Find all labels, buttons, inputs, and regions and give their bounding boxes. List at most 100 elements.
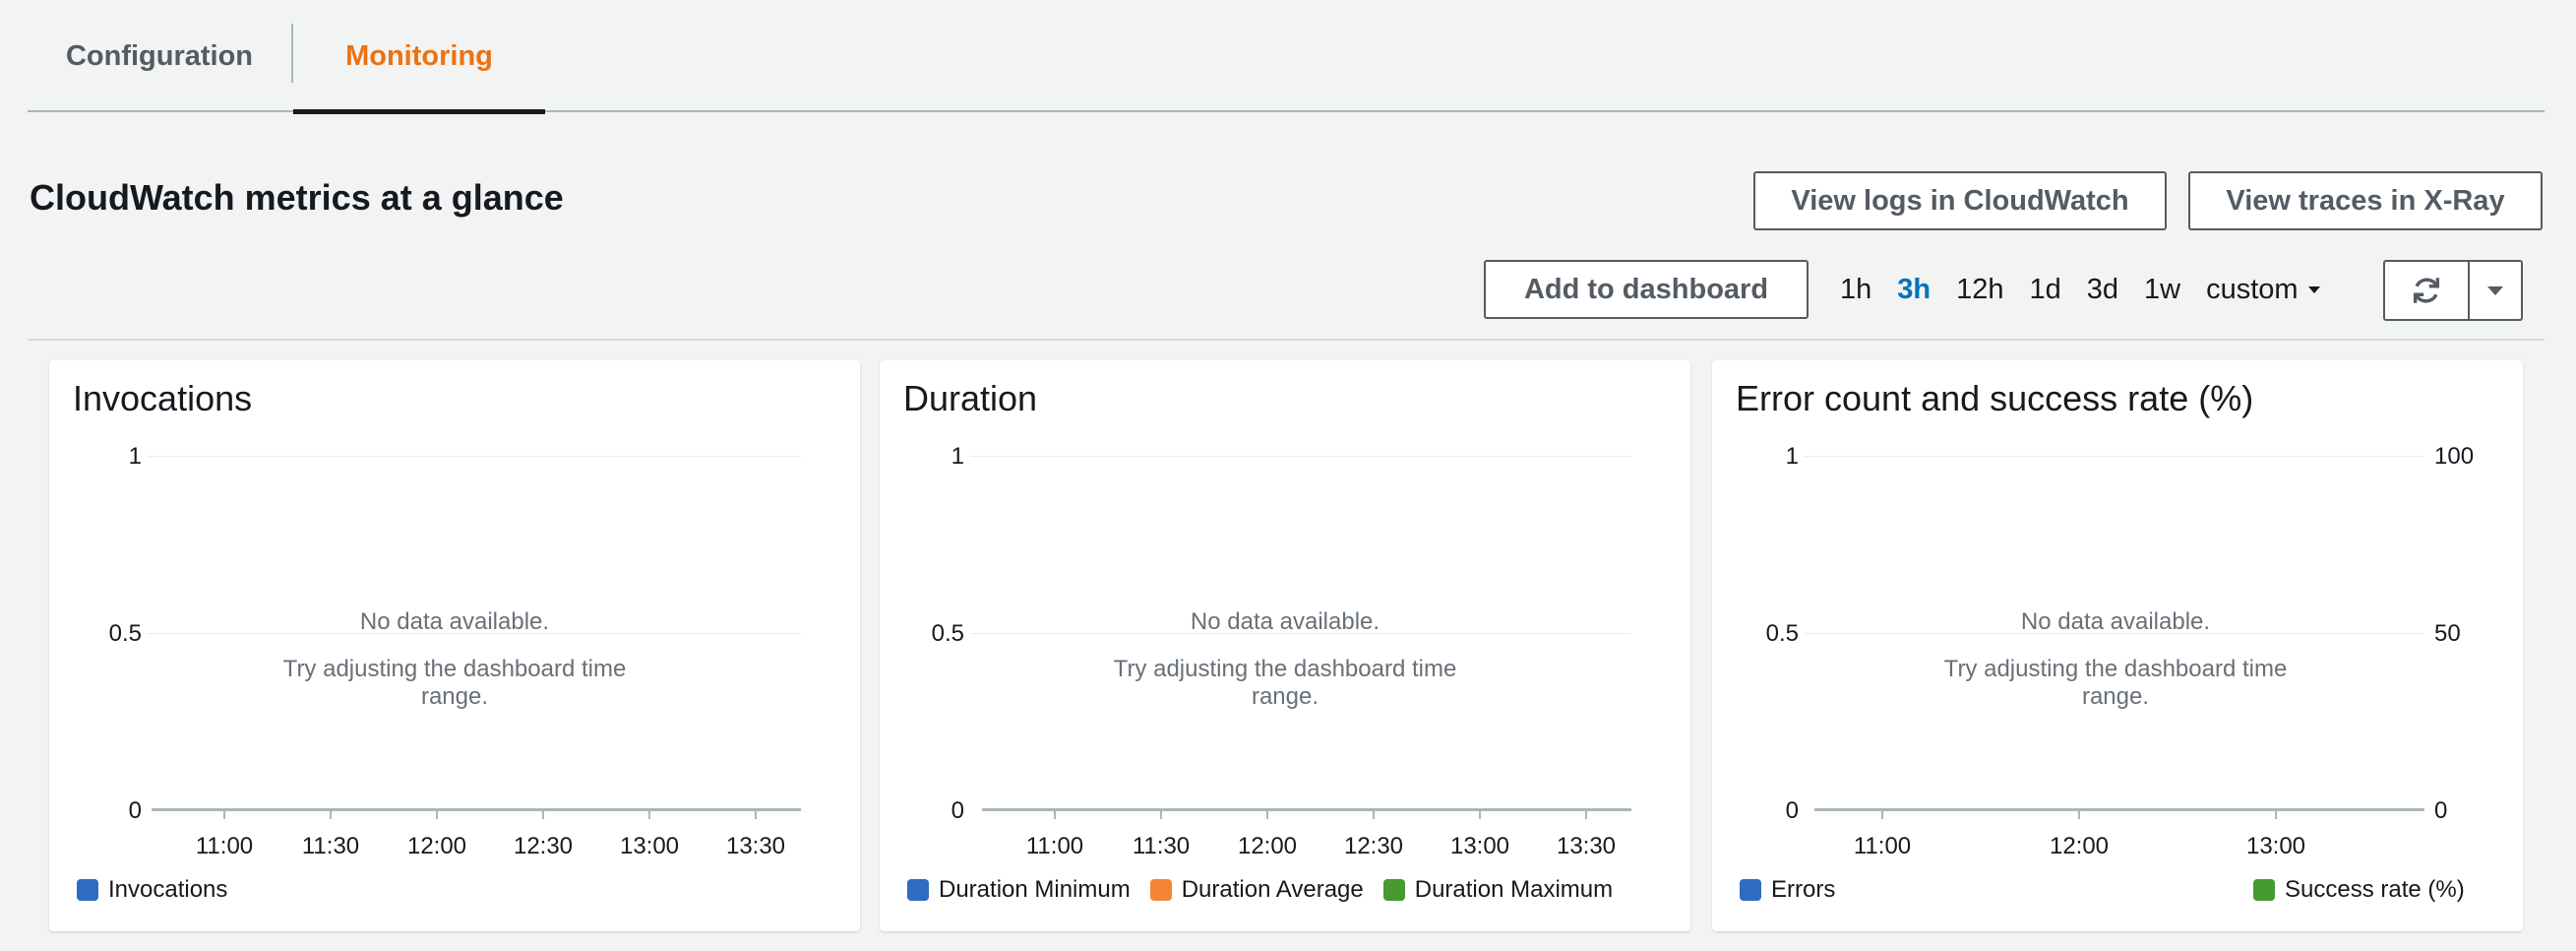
chart-title: Duration	[903, 378, 1038, 418]
monitoring-page: Configuration Monitoring CloudWatch metr…	[0, 0, 2576, 951]
x-tick-mark	[755, 811, 757, 819]
no-data-message: No data available.	[359, 608, 550, 635]
y-tick-label: 0	[951, 797, 964, 824]
view-traces-button[interactable]: View traces in X-Ray	[2188, 171, 2543, 230]
y-tick-label: 1	[128, 443, 142, 470]
x-tick-mark	[330, 811, 332, 819]
x-tick-mark	[1160, 811, 1162, 819]
x-tick-mark	[1585, 811, 1587, 819]
chart-title: Invocations	[73, 378, 253, 418]
refresh-button[interactable]	[2383, 260, 2470, 321]
x-tick-label: 13:00	[2245, 833, 2306, 859]
view-logs-button[interactable]: View logs in CloudWatch	[1753, 171, 2167, 230]
x-tick-label: 13:00	[1449, 833, 1510, 859]
range-1d[interactable]: 1d	[2030, 274, 2061, 306]
refresh-control	[2383, 260, 2523, 321]
tab-bar: Configuration Monitoring	[28, 0, 2545, 114]
refresh-options-dropdown[interactable]	[2470, 260, 2523, 321]
legend-label: Errors	[1771, 876, 1836, 903]
legend-item-invocations[interactable]: Invocations	[77, 876, 227, 904]
legend-label: Duration Maximum	[1414, 876, 1614, 903]
no-data-hint: Try adjusting the dashboard time range.	[282, 656, 627, 710]
y-tick-label: 0.5	[931, 620, 964, 647]
y-tick-label: 0.5	[1765, 620, 1799, 647]
range-3d[interactable]: 3d	[2087, 274, 2118, 306]
grid-line	[148, 456, 801, 457]
range-custom-dropdown[interactable]: custom	[2206, 273, 2320, 306]
x-tick-label: 11:30	[1132, 833, 1191, 859]
legend-label: Success rate (%)	[2285, 876, 2465, 903]
x-tick-mark	[1479, 811, 1481, 819]
x-tick-label: 11:30	[301, 833, 360, 859]
x-tick-label: 11:00	[1853, 833, 1912, 859]
legend-swatch	[2253, 879, 2275, 901]
x-tick-mark	[436, 811, 438, 819]
no-data-message: No data available.	[2020, 608, 2211, 635]
range-3h[interactable]: 3h	[1897, 274, 1931, 306]
x-tick-label: 11:00	[1025, 833, 1084, 859]
x-tick-label: 12:00	[1237, 833, 1298, 859]
legend-label: Invocations	[108, 876, 228, 903]
x-axis	[1814, 808, 2424, 811]
x-tick-mark	[542, 811, 544, 819]
x-tick-label: 12:30	[513, 833, 574, 859]
y-tick-label: 0	[1785, 797, 1799, 824]
chart-legend-right: Success rate (%)	[2253, 876, 2484, 904]
range-12h[interactable]: 12h	[1956, 274, 2003, 306]
invocations-chart-card: Invocations 1 0.5 0 11:00 11:30 12:00 12…	[49, 360, 860, 931]
chart-legend: Duration Minimum Duration Average Durati…	[907, 876, 1632, 904]
add-to-dashboard-button[interactable]: Add to dashboard	[1484, 260, 1809, 319]
x-tick-label: 13:30	[725, 833, 786, 859]
x-tick-mark	[223, 811, 225, 819]
tab-configuration[interactable]: Configuration	[28, 0, 291, 112]
legend-swatch	[1740, 879, 1761, 901]
x-tick-label: 11:00	[195, 833, 254, 859]
range-1h[interactable]: 1h	[1840, 274, 1871, 306]
y-tick-label: 1	[1785, 443, 1799, 470]
x-tick-mark	[1373, 811, 1375, 819]
tab-monitoring[interactable]: Monitoring	[293, 0, 545, 114]
x-tick-label: 13:00	[619, 833, 680, 859]
legend-label: Duration Minimum	[939, 876, 1131, 903]
x-tick-label: 13:30	[1556, 833, 1617, 859]
x-tick-mark	[648, 811, 650, 819]
y-tick-label: 0.5	[108, 620, 142, 647]
x-tick-mark	[2078, 811, 2080, 819]
legend-item-success-rate[interactable]: Success rate (%)	[2253, 876, 2465, 904]
x-axis	[982, 808, 1631, 811]
time-range-selector: 1h 3h 12h 1d 3d 1w custom	[1840, 260, 2320, 319]
legend-item-duration-minimum[interactable]: Duration Minimum	[907, 876, 1131, 904]
legend-item-duration-maximum[interactable]: Duration Maximum	[1382, 876, 1614, 904]
no-data-hint: Try adjusting the dashboard time range.	[1113, 656, 1457, 710]
caret-down-icon	[2307, 285, 2320, 293]
refresh-icon	[2413, 278, 2440, 303]
legend-swatch	[907, 879, 929, 901]
x-tick-mark	[1054, 811, 1056, 819]
section-title: CloudWatch metrics at a glance	[30, 177, 564, 218]
no-data-message: No data available.	[1190, 608, 1380, 635]
range-custom-label: custom	[2206, 273, 2299, 305]
y-right-tick-label: 0	[2434, 797, 2448, 824]
x-tick-mark	[2275, 811, 2277, 819]
legend-item-errors[interactable]: Errors	[1740, 876, 1835, 904]
legend-swatch	[1382, 879, 1405, 901]
legend-item-duration-average[interactable]: Duration Average	[1149, 876, 1364, 904]
y-tick-label: 1	[951, 443, 964, 470]
x-tick-mark	[1266, 811, 1268, 819]
no-data-hint: Try adjusting the dashboard time range.	[1943, 656, 2288, 710]
range-1w[interactable]: 1w	[2144, 274, 2180, 306]
chevron-down-icon	[2487, 285, 2503, 295]
x-tick-mark	[1881, 811, 1883, 819]
x-tick-label: 12:00	[2049, 833, 2110, 859]
chart-legend: Invocations	[77, 876, 247, 904]
section-divider	[28, 339, 2545, 341]
error-success-chart-card: Error count and success rate (%) 1 0.5 0…	[1712, 360, 2523, 931]
legend-label: Duration Average	[1181, 876, 1364, 903]
x-tick-label: 12:00	[406, 833, 467, 859]
x-axis	[152, 808, 801, 811]
y-right-tick-label: 50	[2434, 620, 2461, 647]
legend-swatch	[77, 879, 98, 901]
duration-chart-card: Duration 1 0.5 0 11:00 11:30 12:00 12:30…	[880, 360, 1690, 931]
grid-line	[970, 456, 1631, 457]
y-tick-label: 0	[128, 797, 142, 824]
